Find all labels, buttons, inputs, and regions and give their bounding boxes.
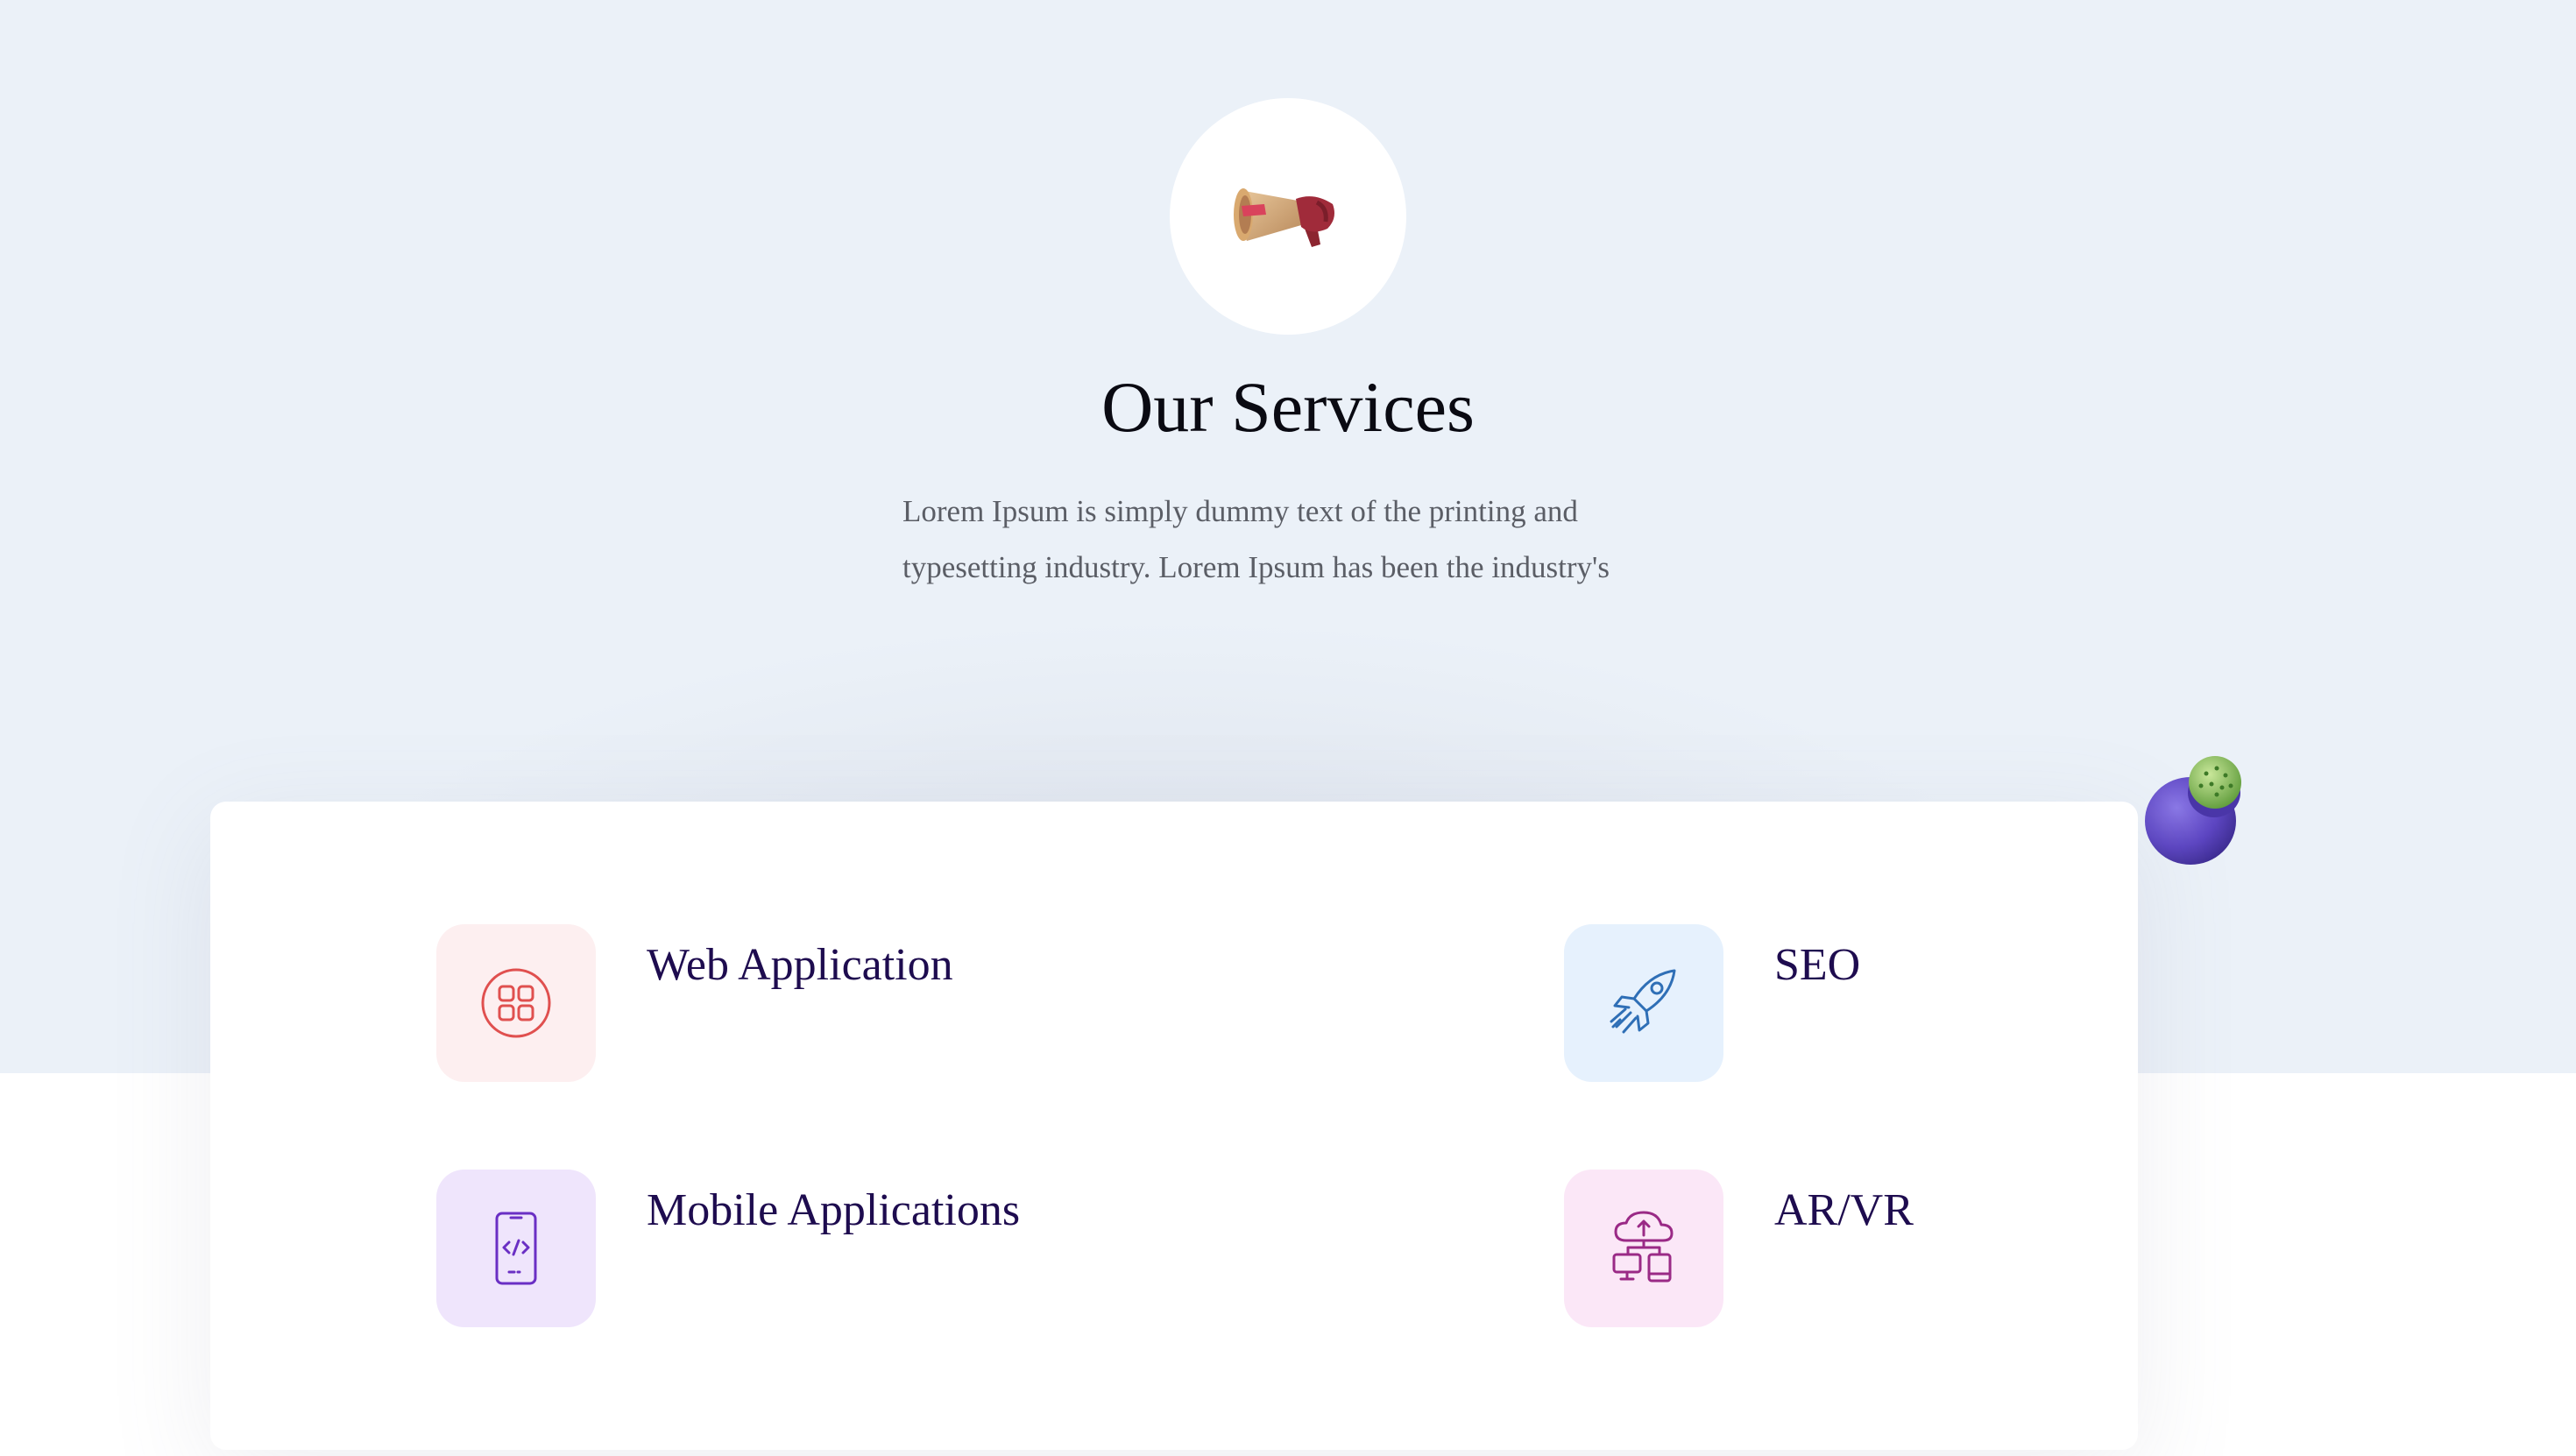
megaphone-icon [1234, 188, 1334, 247]
service-icon-tile [436, 1170, 596, 1327]
service-icon-tile [1564, 924, 1723, 1082]
service-title[interactable]: AR/VR [1774, 1180, 1914, 1241]
section-title: Our Services [1101, 367, 1475, 447]
app-grid-icon [481, 968, 551, 1038]
mobile-code-icon [495, 1212, 537, 1285]
description-line-1: Lorem Ipsum is simply dummy text of the … [902, 494, 1578, 528]
cloud-devices-icon [1612, 1211, 1674, 1283]
description-line-2: typesetting industry. Lorem Ipsum has be… [902, 550, 1610, 584]
service-item-seo[interactable]: SEO [1564, 924, 1860, 1082]
service-icon-tile [436, 924, 596, 1082]
rocket-icon [1610, 969, 1676, 1034]
service-title[interactable]: Mobile Applications [647, 1180, 1020, 1241]
services-card: Web Application SEO Mobile Applications … [210, 802, 2138, 1450]
service-title[interactable]: Web Application [647, 935, 953, 996]
header-badge [1170, 98, 1406, 335]
section-description: Lorem Ipsum is simply dummy text of the … [902, 484, 1691, 596]
cactus-pot-icon [2145, 756, 2241, 865]
service-title[interactable]: SEO [1774, 935, 1860, 996]
service-item-mobile-applications[interactable]: Mobile Applications [436, 1170, 1020, 1327]
service-icon-tile [1564, 1170, 1723, 1327]
service-item-web-application[interactable]: Web Application [436, 924, 953, 1082]
service-item-ar-vr[interactable]: AR/VR [1564, 1170, 1914, 1327]
